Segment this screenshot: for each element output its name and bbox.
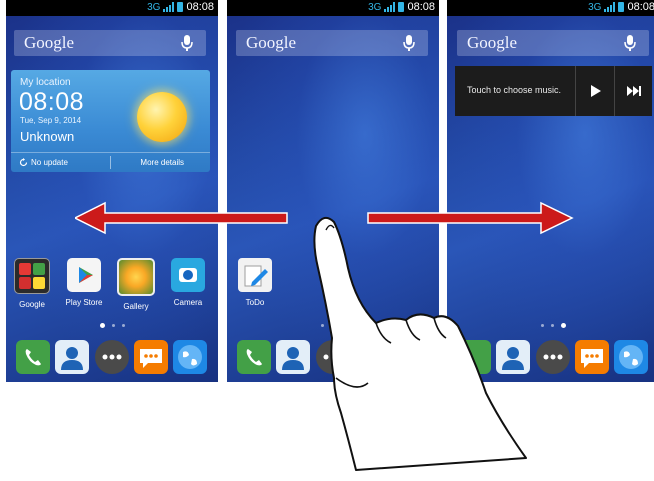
app-play-store[interactable]: Play Store — [64, 258, 104, 307]
music-prompt: Touch to choose music. — [467, 85, 562, 95]
battery-icon — [177, 2, 184, 12]
battery-icon — [398, 2, 405, 12]
microphone-icon[interactable] — [623, 35, 637, 52]
search-label: Google — [246, 33, 297, 52]
contacts-icon[interactable] — [55, 340, 89, 374]
google-search-bar[interactable]: Google — [236, 30, 428, 56]
refresh-icon — [19, 158, 28, 167]
app-label: Camera — [173, 298, 203, 307]
status-bar: 3G 08:08 — [447, 0, 654, 16]
widget-clock: 08:08 — [19, 88, 85, 116]
weather-location: My location — [20, 77, 71, 88]
battery-icon — [618, 2, 625, 12]
phone-icon[interactable] — [237, 340, 271, 374]
browser-icon[interactable] — [614, 340, 648, 374]
app-todo[interactable]: ToDo — [235, 258, 275, 307]
search-label: Google — [467, 33, 518, 52]
play-button[interactable] — [575, 66, 614, 116]
page-dot-active — [560, 322, 566, 328]
swiping-hand-icon — [313, 216, 527, 471]
page-dot — [111, 323, 115, 327]
app-label: Google — [19, 300, 45, 309]
widget-footer: No update More details — [11, 152, 210, 172]
app-google[interactable]: Google — [12, 258, 52, 309]
page-dot — [550, 323, 554, 327]
next-track-button[interactable] — [614, 66, 653, 116]
google-search-bar[interactable]: Google — [457, 30, 649, 56]
signal-icon — [163, 2, 175, 12]
network-type: 3G — [368, 1, 382, 13]
gallery-icon — [117, 258, 155, 296]
play-store-icon — [67, 258, 101, 292]
app-label: Gallery — [123, 302, 149, 311]
messaging-icon[interactable] — [134, 340, 168, 374]
update-button[interactable]: No update — [19, 158, 68, 167]
network-type: 3G — [147, 1, 161, 13]
signal-icon — [604, 2, 616, 12]
home-screen-left: 3G 08:08 Google My location 08:08 Tue, S… — [6, 0, 218, 382]
widget-date: Tue, Sep 9, 2014 — [20, 116, 82, 125]
weather-condition: Unknown — [20, 129, 75, 144]
sun-icon — [137, 92, 187, 142]
skip-next-icon — [627, 86, 641, 96]
todo-icon — [238, 258, 272, 292]
status-time: 08:08 — [627, 1, 654, 13]
status-time: 08:08 — [186, 1, 214, 13]
page-dot — [121, 323, 125, 327]
camera-icon — [171, 258, 205, 292]
google-folder-icon — [14, 258, 50, 294]
signal-icon — [384, 2, 396, 12]
footer-divider — [110, 156, 111, 169]
messaging-icon[interactable] — [575, 340, 609, 374]
page-indicator — [6, 322, 218, 328]
app-label: Play Store — [65, 298, 103, 307]
play-icon — [591, 85, 601, 97]
phone-icon[interactable] — [16, 340, 50, 374]
music-widget[interactable]: Touch to choose music. — [455, 66, 652, 116]
microphone-icon[interactable] — [180, 35, 194, 52]
more-details-link[interactable]: More details — [140, 158, 184, 167]
app-label: ToDo — [245, 298, 265, 307]
update-label: No update — [31, 158, 68, 167]
search-label: Google — [24, 33, 75, 52]
dock — [6, 340, 218, 376]
microphone-icon[interactable] — [402, 35, 416, 52]
network-type: 3G — [588, 1, 602, 13]
status-bar: 3G 08:08 — [227, 0, 439, 16]
swipe-left-arrow-icon — [75, 201, 288, 235]
apps-drawer-icon[interactable] — [95, 340, 129, 374]
app-camera[interactable]: Camera — [168, 258, 208, 307]
browser-icon[interactable] — [173, 340, 207, 374]
google-search-bar[interactable]: Google — [14, 30, 206, 56]
status-bar: 3G 08:08 — [6, 0, 218, 16]
weather-clock-widget[interactable]: My location 08:08 Tue, Sep 9, 2014 Unkno… — [11, 70, 210, 172]
status-time: 08:08 — [407, 1, 435, 13]
app-gallery[interactable]: Gallery — [116, 258, 156, 311]
page-dot-active — [99, 322, 105, 328]
